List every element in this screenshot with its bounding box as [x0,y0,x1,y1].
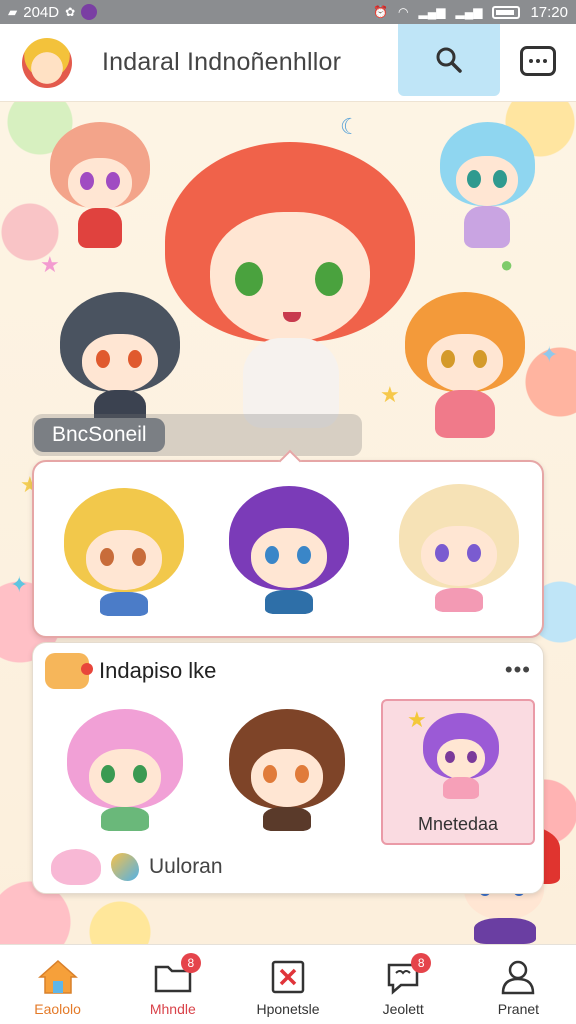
nav-item-profile[interactable]: Pranet [461,945,576,1024]
profile-icon [502,960,535,995]
nav-icon-wrapper: 8 [153,953,201,995]
collection-card: Indapiso lke ••• ★ Mnetedaa Uuloran [32,642,544,894]
featured-character-label: BncSoneil [32,414,362,456]
selected-character-tile[interactable]: ★ Mnetedaa [381,699,535,845]
balloon-icon: ● [500,252,514,277]
nav-item-chat[interactable]: 8 Jeolett [346,945,461,1024]
status-left-text: 204D [23,3,60,21]
character-option[interactable] [399,484,519,616]
featured-character[interactable] [165,132,415,452]
chibi-character[interactable] [50,122,150,252]
star-icon: ★ [40,252,60,277]
alarm-icon: ⏰ [373,5,389,19]
bird-icon [111,853,139,881]
selected-character-caption: Mnetedaa [417,814,499,834]
nav-item-close-box[interactable]: Hponetsle [230,945,345,1024]
chibi-character[interactable] [405,292,525,442]
app-notification-icon [81,4,98,20]
signal-2-icon: ▂▄▆ [455,5,483,19]
card-more-button[interactable]: ••• [505,657,531,683]
more-horizontal-icon [529,59,533,63]
collection-character[interactable] [67,709,183,833]
notification-icon: ▰ [8,5,18,19]
nav-label: Pranet [497,1001,540,1017]
more-dot [536,59,540,63]
search-button[interactable] [398,24,500,96]
collection-card-footer[interactable]: Uuloran [51,849,223,885]
wifi-icon: ◠ [398,5,409,19]
nav-label: Jeolett [382,1001,424,1017]
nav-label: Hponetsle [256,1001,320,1017]
mascot-icon [51,849,101,885]
app-header: Indaral Indnoñenhllor [0,24,576,102]
star-icon: ✦ [540,342,559,367]
home-icon [37,959,78,994]
battery-icon [492,5,521,19]
nav-item-folder[interactable]: 8 Mhndle [115,945,230,1024]
character-option[interactable] [64,488,184,618]
collection-card-title: Indapiso lke [99,658,217,683]
character-picker-card [32,460,544,638]
collection-character[interactable] [229,709,345,833]
notification-badge: 8 [180,953,201,973]
search-icon [436,47,462,73]
status-time: 17:20 [530,3,568,21]
avatar[interactable] [22,37,72,88]
cookie-icon [45,653,93,689]
star-icon: ✦ [10,572,29,597]
star-icon: ★ [407,707,427,732]
status-bar: ▰ 204D ✿ ⏰ ◠ ▂▄▆ ▂▄▆ 17:20 [0,0,576,24]
collection-card-header: Indapiso lke [45,653,216,689]
sync-icon: ✿ [65,5,76,19]
nav-icon-wrapper: 8 [383,953,432,995]
character-option[interactable] [229,486,349,616]
collection-footer-text: Uuloran [149,855,223,878]
nav-label: Eaololo [34,1001,81,1017]
chibi-character[interactable] [60,292,180,432]
more-dot [543,59,547,63]
bottom-navigation: Eaololo 8 Mhndle Hponetsle 8 Jeolett Pra… [0,944,576,1024]
chibi-character[interactable] [440,122,535,252]
signal-icon: ▂▄▆ [418,5,446,19]
selected-character [423,713,499,803]
featured-character-name: BncSoneil [34,418,165,452]
nav-label: Mhndle [149,1001,196,1017]
notification-badge: 8 [411,953,432,973]
app-title: Indaral Indnoñenhllor [102,48,342,76]
nav-item-home[interactable]: Eaololo [0,945,115,1024]
close-box-icon [271,960,305,994]
more-menu-button[interactable] [520,46,556,76]
